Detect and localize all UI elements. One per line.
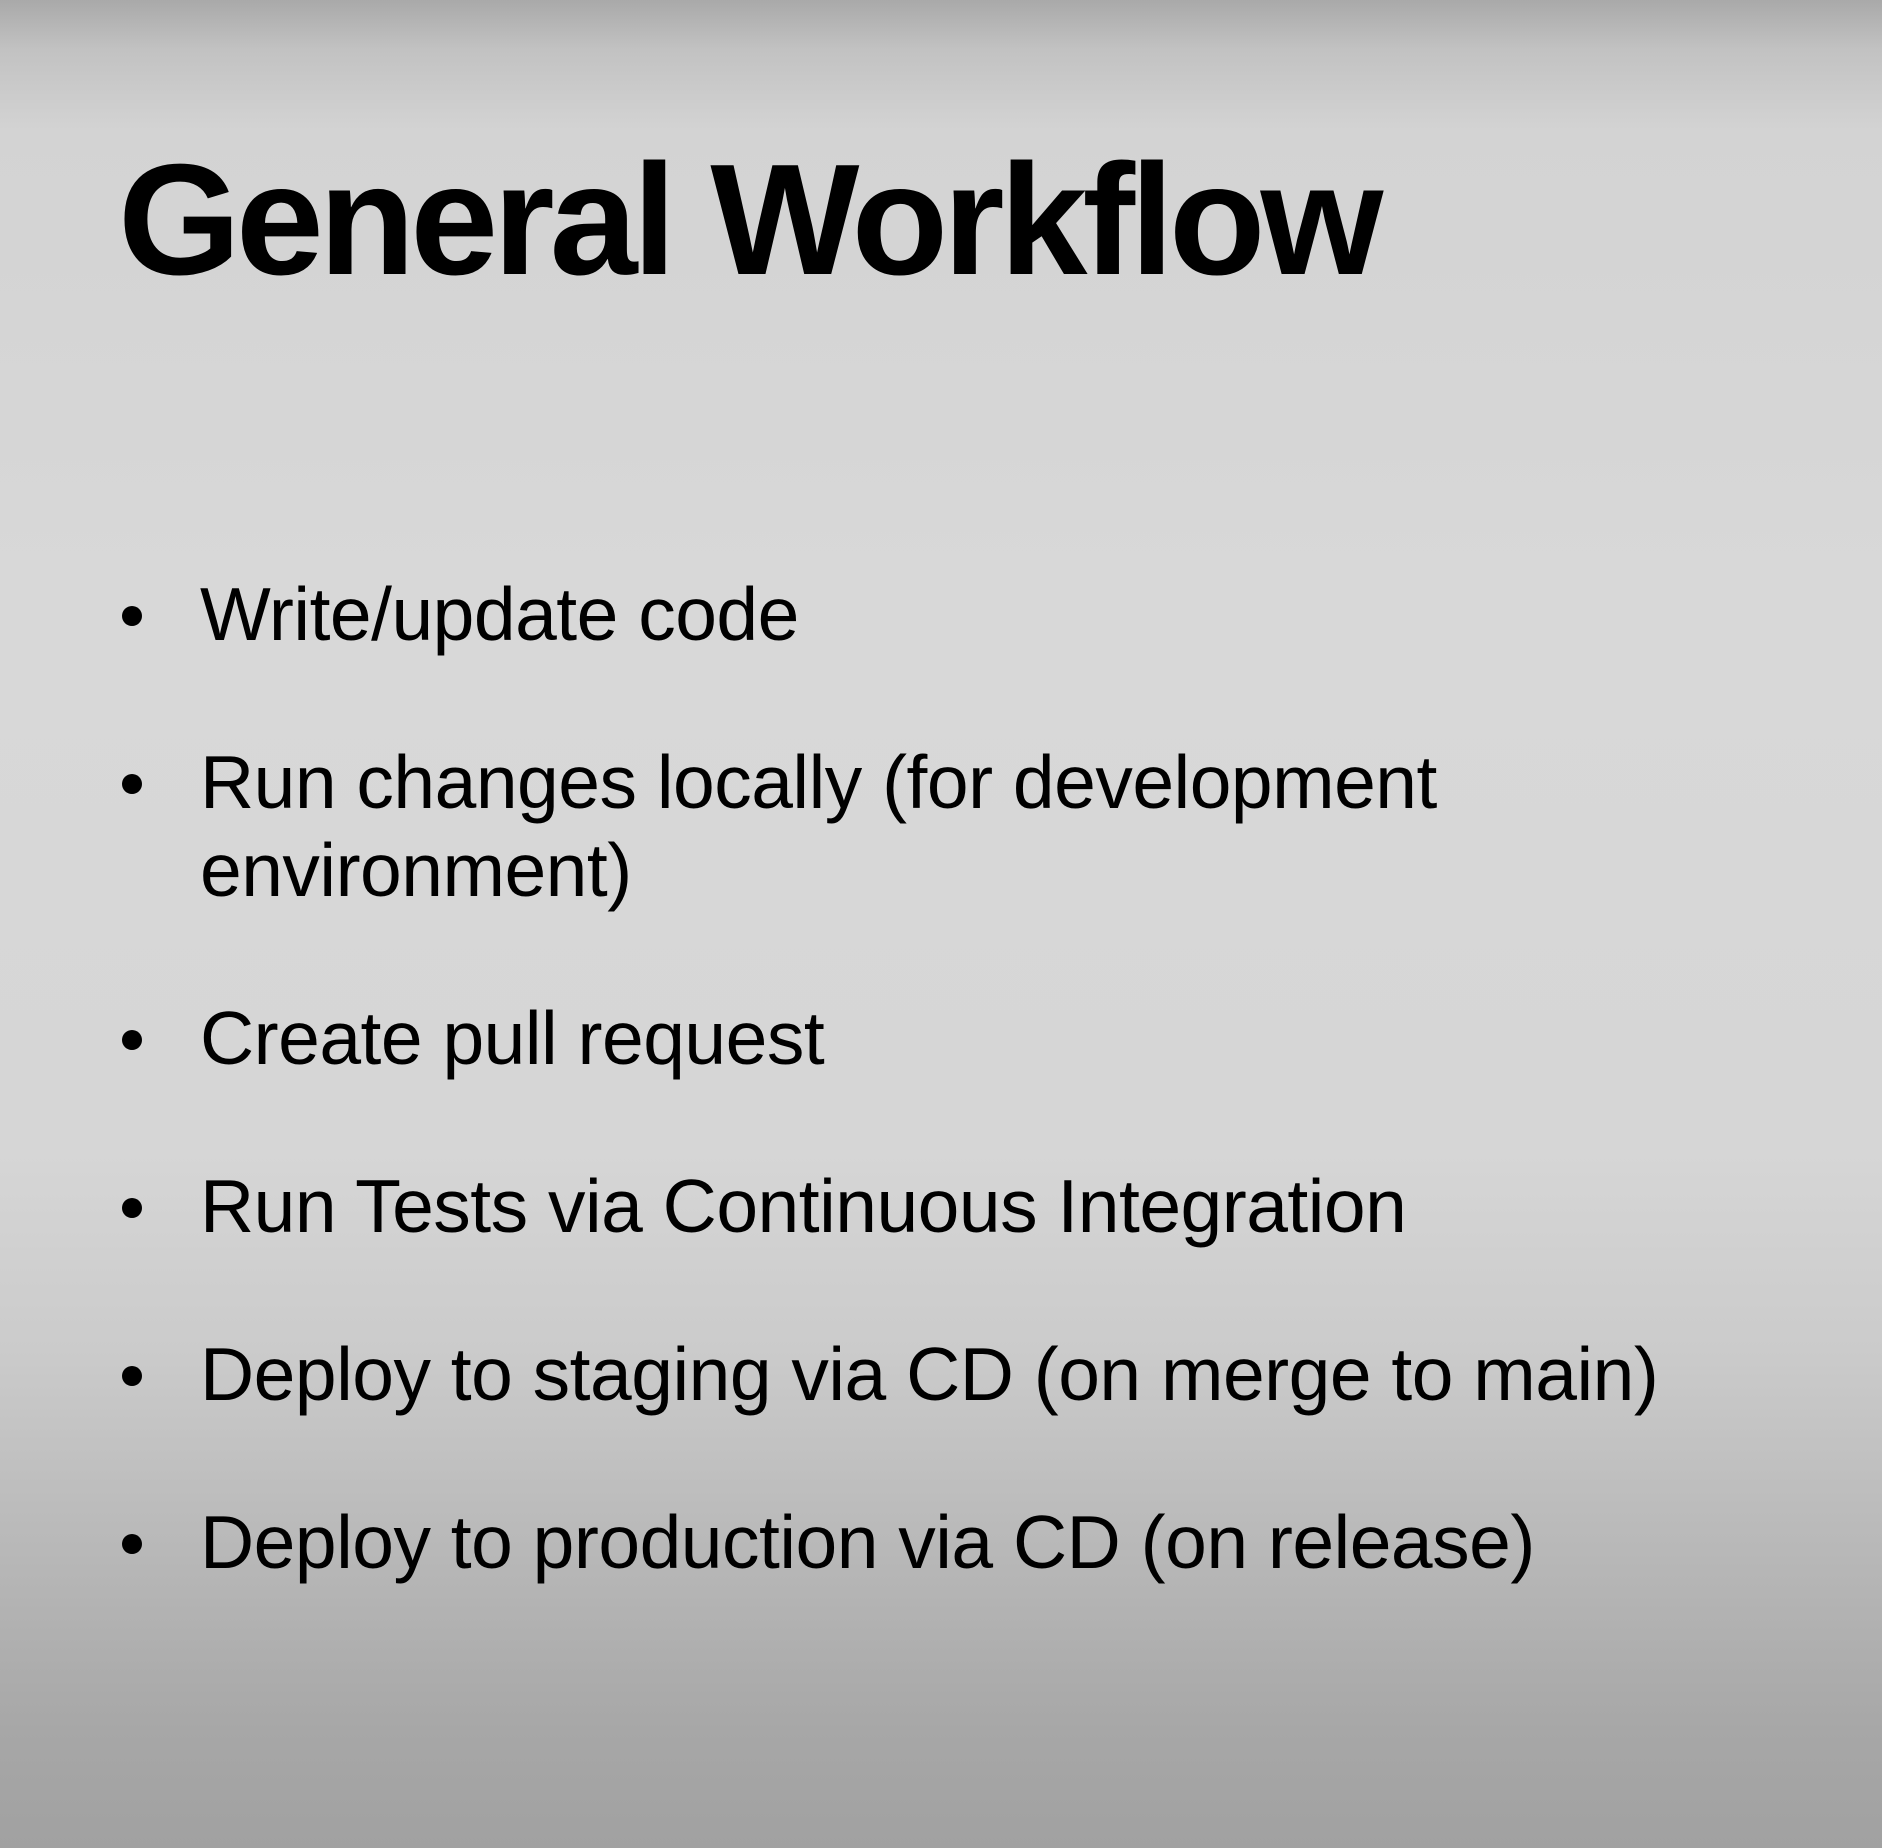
bullet-item-create-pull-request: Create pull request — [118, 994, 1758, 1082]
bullet-text: Write/update code — [200, 572, 799, 656]
bullet-list: Write/update code Run changes locally (f… — [118, 570, 1758, 1586]
bullet-dot-icon — [122, 1198, 142, 1218]
bullet-dot-icon — [122, 606, 142, 626]
bullet-text: Create pull request — [200, 996, 825, 1080]
bullet-dot-icon — [122, 1534, 142, 1554]
bullet-text: Deploy to staging via CD (on merge to ma… — [200, 1332, 1659, 1416]
bullet-item-deploy-production: Deploy to production via CD (on release) — [118, 1498, 1758, 1586]
bullet-dot-icon — [122, 1366, 142, 1386]
bullet-item-deploy-staging: Deploy to staging via CD (on merge to ma… — [118, 1330, 1758, 1418]
bullet-item-write-update-code: Write/update code — [118, 570, 1758, 658]
bullet-item-run-changes-locally: Run changes locally (for development env… — [118, 738, 1758, 914]
bullet-dot-icon — [122, 1030, 142, 1050]
bullet-text: Deploy to production via CD (on release) — [200, 1500, 1535, 1584]
slide: General Workflow Write/update code Run c… — [0, 0, 1882, 1848]
bullet-text: Run changes locally (for development env… — [200, 740, 1437, 912]
bullet-dot-icon — [122, 774, 142, 794]
slide-title: General Workflow — [118, 132, 1383, 308]
bullet-item-run-tests-ci: Run Tests via Continuous Integration — [118, 1162, 1758, 1250]
bullet-text: Run Tests via Continuous Integration — [200, 1164, 1407, 1248]
